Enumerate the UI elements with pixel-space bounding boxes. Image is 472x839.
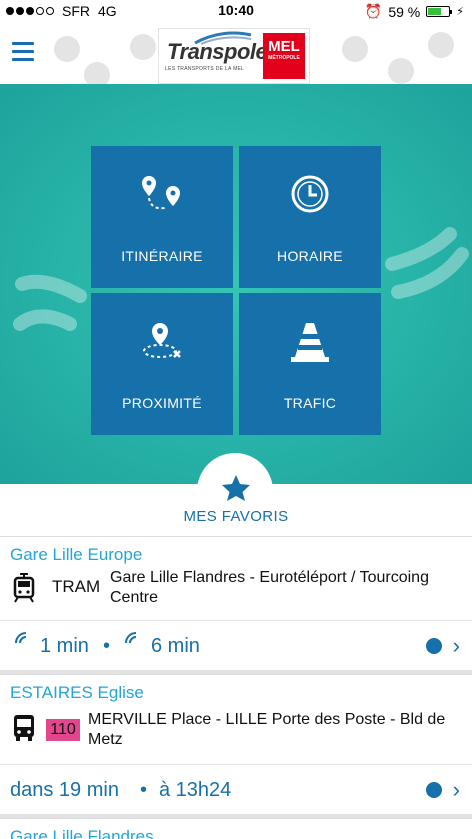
- tram-icon: [13, 573, 35, 603]
- line-mode: TRAM: [52, 577, 101, 596]
- tile-itineraire[interactable]: ITINÉRAIRE: [91, 146, 233, 288]
- battery-percent: 59 %: [388, 3, 421, 20]
- stop-name: Gare Lille Flandres: [10, 827, 154, 839]
- line-badge: 110: [46, 719, 80, 741]
- time-separator: •: [140, 779, 148, 801]
- realtime-icon: [125, 632, 137, 644]
- wave-decoration: [13, 227, 469, 331]
- departure-time: dans 19 min: [10, 779, 119, 801]
- traffic-cone-icon: [291, 323, 329, 362]
- star-icon[interactable]: [221, 474, 251, 502]
- tram-ghost-icon: [130, 34, 156, 60]
- departure-time: 1 min: [40, 635, 89, 657]
- next-departures[interactable]: 1 min • 6 min ›: [0, 620, 472, 670]
- time-separator: •: [103, 635, 111, 657]
- menu-icon[interactable]: [12, 42, 34, 66]
- tile-label: TRAFIC: [283, 395, 337, 411]
- destination: MERVILLE Place - LILLE Porte des Poste -…: [88, 711, 446, 748]
- car-ghost-icon: [388, 58, 414, 84]
- schedule-clock-icon[interactable]: [426, 638, 442, 654]
- departure-time: à 13h24: [159, 779, 232, 801]
- next-departures[interactable]: dans 19 min • à 13h24 ›: [0, 764, 472, 814]
- parking-ghost-icon: [428, 32, 454, 58]
- favorite-card[interactable]: ESTAIRES Eglise 110 MERVILLE Place - LIL…: [0, 674, 472, 764]
- alarm-icon: ⏰: [364, 3, 383, 19]
- tile-horaire[interactable]: HORAIRE: [239, 146, 381, 288]
- clock-icon: [291, 175, 329, 213]
- mel-logo: MEL MÉTROPOLE: [263, 33, 305, 79]
- departure-time: 6 min: [151, 635, 200, 657]
- chevron-right-icon[interactable]: ›: [453, 633, 460, 659]
- status-bar: SFR 4G 10:40 ⏰ 59 % ⚡: [0, 0, 472, 20]
- mel-subtitle: MÉTROPOLE: [268, 55, 300, 61]
- transpole-logo: Transpole LES TRANSPORTS DE LA MEL MEL M…: [158, 28, 310, 84]
- tile-trafic[interactable]: TRAFIC: [239, 293, 381, 435]
- bus-icon: [14, 715, 34, 741]
- tile-label: ITINÉRAIRE: [121, 248, 203, 264]
- favorite-card[interactable]: Gare Lille Europe TRAM Gare Lille Flandr…: [0, 536, 472, 620]
- favorites-title: MES FAVORIS: [183, 508, 289, 525]
- bike-ghost-icon: [342, 36, 368, 62]
- schedule-clock-icon[interactable]: [426, 782, 442, 798]
- nearby-icon: [143, 323, 181, 358]
- app-header: Transpole LES TRANSPORTS DE LA MEL MEL M…: [0, 20, 472, 88]
- realtime-icon: [15, 632, 27, 644]
- tile-proximite[interactable]: PROXIMITÉ: [91, 293, 233, 435]
- tile-label: PROXIMITÉ: [122, 395, 202, 411]
- stop-name: Gare Lille Europe: [10, 545, 143, 564]
- logo-text: Transpole: [167, 39, 268, 64]
- logo-subtitle: LES TRANSPORTS DE LA MEL: [165, 66, 245, 72]
- stop-name: ESTAIRES Eglise: [10, 683, 144, 702]
- favorite-card[interactable]: Gare Lille Flandres: [0, 818, 472, 839]
- chevron-right-icon[interactable]: ›: [453, 777, 460, 803]
- charging-icon: ⚡: [456, 6, 464, 18]
- battery-icon: [426, 6, 453, 17]
- hero-panel: ITINÉRAIRE HORAIRE PROXIMITÉ TRAFIC: [0, 84, 472, 484]
- mel-text: MEL: [268, 38, 300, 55]
- route-icon: [142, 176, 180, 210]
- bus-ghost-icon: [54, 36, 80, 62]
- destination: Gare Lille Flandres - Eurotéléport / Tou…: [110, 569, 429, 606]
- tile-label: HORAIRE: [277, 248, 343, 264]
